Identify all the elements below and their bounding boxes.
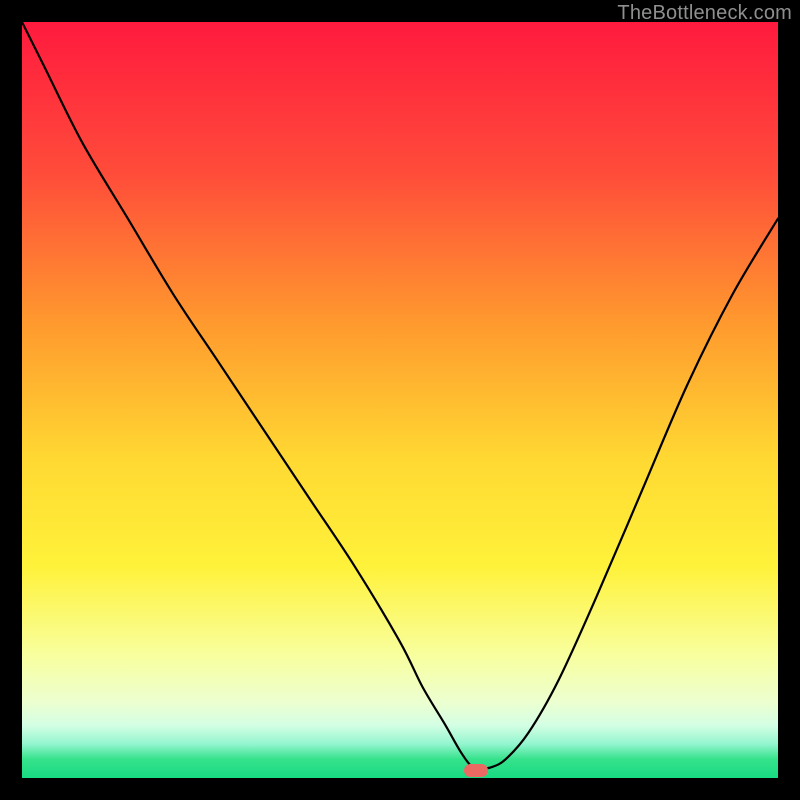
watermark-text: TheBottleneck.com — [617, 2, 792, 25]
optimal-marker — [464, 764, 488, 777]
chart-frame: TheBottleneck.com — [0, 0, 800, 800]
plot-area — [22, 22, 778, 778]
bottleneck-curve — [22, 22, 778, 778]
